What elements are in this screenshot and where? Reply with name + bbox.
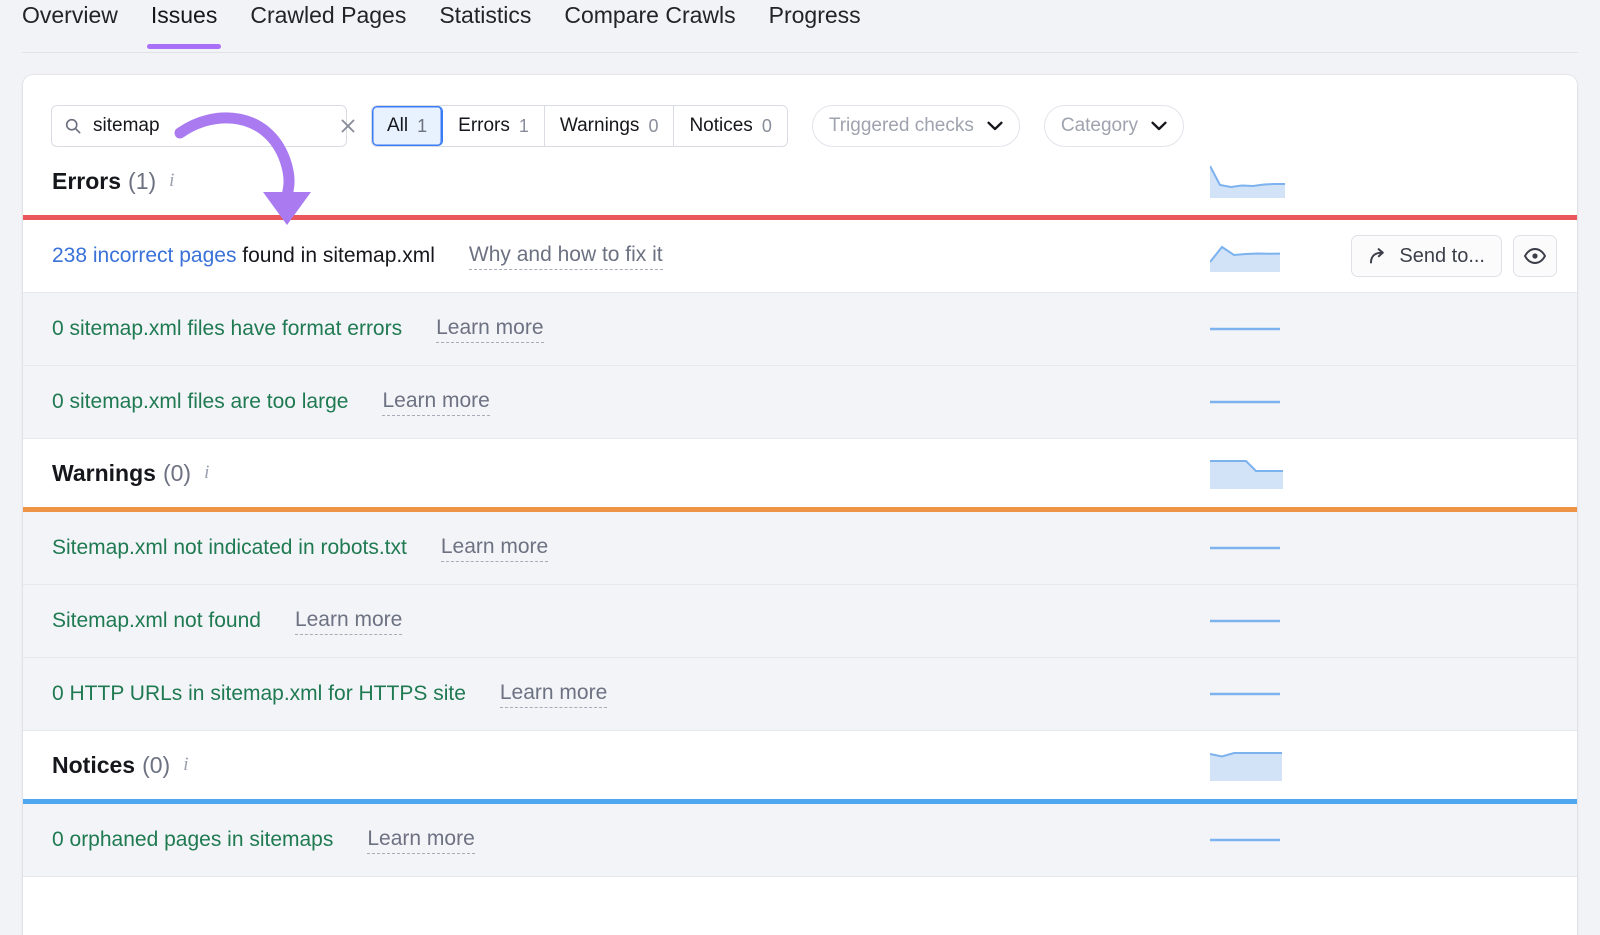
issue-sparkline: [1210, 240, 1280, 272]
issue-row-format-errors[interactable]: 0 sitemap.xml files have format errors L…: [23, 293, 1577, 366]
issue-title: 0 orphaned pages in sitemaps: [52, 828, 333, 852]
issue-title: 0 HTTP URLs in sitemap.xml for HTTPS sit…: [52, 682, 466, 706]
issue-row-too-large[interactable]: 0 sitemap.xml files are too large Learn …: [23, 366, 1577, 439]
triggered-checks-dropdown[interactable]: Triggered checks: [812, 105, 1020, 147]
tab-label: Statistics: [439, 2, 531, 28]
tab-label: Progress: [769, 2, 861, 28]
issues-panel: All 1 Errors 1 Warnings 0 Notices 0 Trig…: [23, 75, 1577, 935]
issue-title: Sitemap.xml not found: [52, 609, 261, 633]
send-to-button[interactable]: Send to...: [1351, 235, 1502, 277]
search-field-value[interactable]: [93, 115, 338, 137]
issue-row-not-in-robots[interactable]: Sitemap.xml not indicated in robots.txt …: [23, 512, 1577, 585]
filter-count: 0: [648, 116, 658, 137]
issue-row-actions: Send to...: [1351, 235, 1557, 277]
section-header-errors: Errors (1) i: [23, 147, 1577, 215]
section-title: Errors: [52, 168, 121, 195]
filter-label: Warnings: [560, 115, 640, 137]
main-tab-bar: Overview Issues Crawled Pages Statistics…: [0, 0, 1600, 53]
close-icon[interactable]: [338, 116, 358, 136]
section-count: (1): [128, 168, 156, 195]
issue-sparkline: [1210, 324, 1280, 334]
dropdown-label: Category: [1061, 115, 1138, 137]
section-header-warnings: Warnings (0) i: [23, 439, 1577, 507]
filter-toolbar: All 1 Errors 1 Warnings 0 Notices 0 Trig…: [23, 75, 1577, 147]
filter-warnings[interactable]: Warnings 0: [545, 106, 675, 146]
info-icon[interactable]: i: [204, 462, 209, 484]
issue-title: Sitemap.xml not indicated in robots.txt: [52, 536, 407, 560]
tab-label: Crawled Pages: [250, 2, 406, 28]
tab-overview[interactable]: Overview: [22, 0, 118, 47]
issue-sparkline: [1210, 689, 1280, 699]
filter-count: 1: [519, 116, 529, 137]
tab-issues[interactable]: Issues: [151, 0, 217, 47]
filter-label: Errors: [458, 115, 510, 137]
filter-all[interactable]: All 1: [372, 106, 443, 146]
errors-section-sparkline: [1210, 164, 1285, 198]
category-dropdown[interactable]: Category: [1044, 105, 1184, 147]
learn-more-link[interactable]: Learn more: [500, 681, 607, 708]
eye-icon: [1523, 247, 1547, 265]
filter-notices[interactable]: Notices 0: [674, 106, 786, 146]
severity-filter-group: All 1 Errors 1 Warnings 0 Notices 0: [371, 105, 788, 147]
send-to-label: Send to...: [1399, 245, 1485, 268]
dropdown-label: Triggered checks: [829, 115, 974, 137]
issue-sparkline: [1210, 397, 1280, 407]
tab-label: Overview: [22, 2, 118, 28]
filter-count: 1: [417, 116, 427, 137]
learn-more-link[interactable]: Learn more: [367, 827, 474, 854]
tab-progress[interactable]: Progress: [769, 0, 861, 47]
issue-row-incorrect-pages[interactable]: 238 incorrect pages found in sitemap.xml…: [23, 220, 1577, 293]
learn-more-link[interactable]: Learn more: [436, 316, 543, 343]
issue-row-sitemap-not-found[interactable]: Sitemap.xml not found Learn more: [23, 585, 1577, 658]
section-title: Notices: [52, 752, 135, 779]
why-and-how-to-fix-it-link[interactable]: Why and how to fix it: [469, 243, 663, 270]
issue-sparkline: [1210, 835, 1280, 845]
filter-count: 0: [762, 116, 772, 137]
learn-more-link[interactable]: Learn more: [382, 389, 489, 416]
notices-section-sparkline: [1210, 749, 1282, 781]
chevron-down-icon: [987, 121, 1003, 131]
filter-label: All: [387, 115, 408, 137]
info-icon[interactable]: i: [169, 170, 174, 192]
issue-row-orphaned-pages[interactable]: 0 orphaned pages in sitemaps Learn more: [23, 804, 1577, 877]
share-arrow-icon: [1368, 246, 1388, 266]
filter-errors[interactable]: Errors 1: [443, 106, 545, 146]
info-icon[interactable]: i: [183, 754, 188, 776]
issue-title: 0 sitemap.xml files have format errors: [52, 317, 402, 341]
issue-sparkline: [1210, 616, 1280, 626]
learn-more-link[interactable]: Learn more: [441, 535, 548, 562]
section-title: Warnings: [52, 460, 156, 487]
tab-statistics[interactable]: Statistics: [439, 0, 531, 47]
learn-more-link[interactable]: Learn more: [295, 608, 402, 635]
issue-title: 238 incorrect pages found in sitemap.xml: [52, 244, 435, 268]
tab-label: Compare Crawls: [564, 2, 735, 28]
search-input[interactable]: [51, 105, 347, 147]
issue-row-http-urls[interactable]: 0 HTTP URLs in sitemap.xml for HTTPS sit…: [23, 658, 1577, 731]
tab-crawled-pages[interactable]: Crawled Pages: [250, 0, 406, 47]
issue-text: found in sitemap.xml: [236, 244, 434, 267]
section-count: (0): [163, 460, 191, 487]
warnings-section-sparkline: [1210, 457, 1283, 489]
chevron-down-icon: [1151, 121, 1167, 131]
preview-eye-button[interactable]: [1513, 235, 1557, 277]
search-icon: [64, 117, 82, 135]
issue-link[interactable]: 238 incorrect pages: [52, 244, 236, 267]
issue-sparkline: [1210, 543, 1280, 553]
section-count: (0): [142, 752, 170, 779]
issue-title: 0 sitemap.xml files are too large: [52, 390, 348, 414]
section-header-notices: Notices (0) i: [23, 731, 1577, 799]
tab-label: Issues: [151, 2, 217, 28]
tab-compare-crawls[interactable]: Compare Crawls: [564, 0, 735, 47]
filter-label: Notices: [689, 115, 752, 137]
